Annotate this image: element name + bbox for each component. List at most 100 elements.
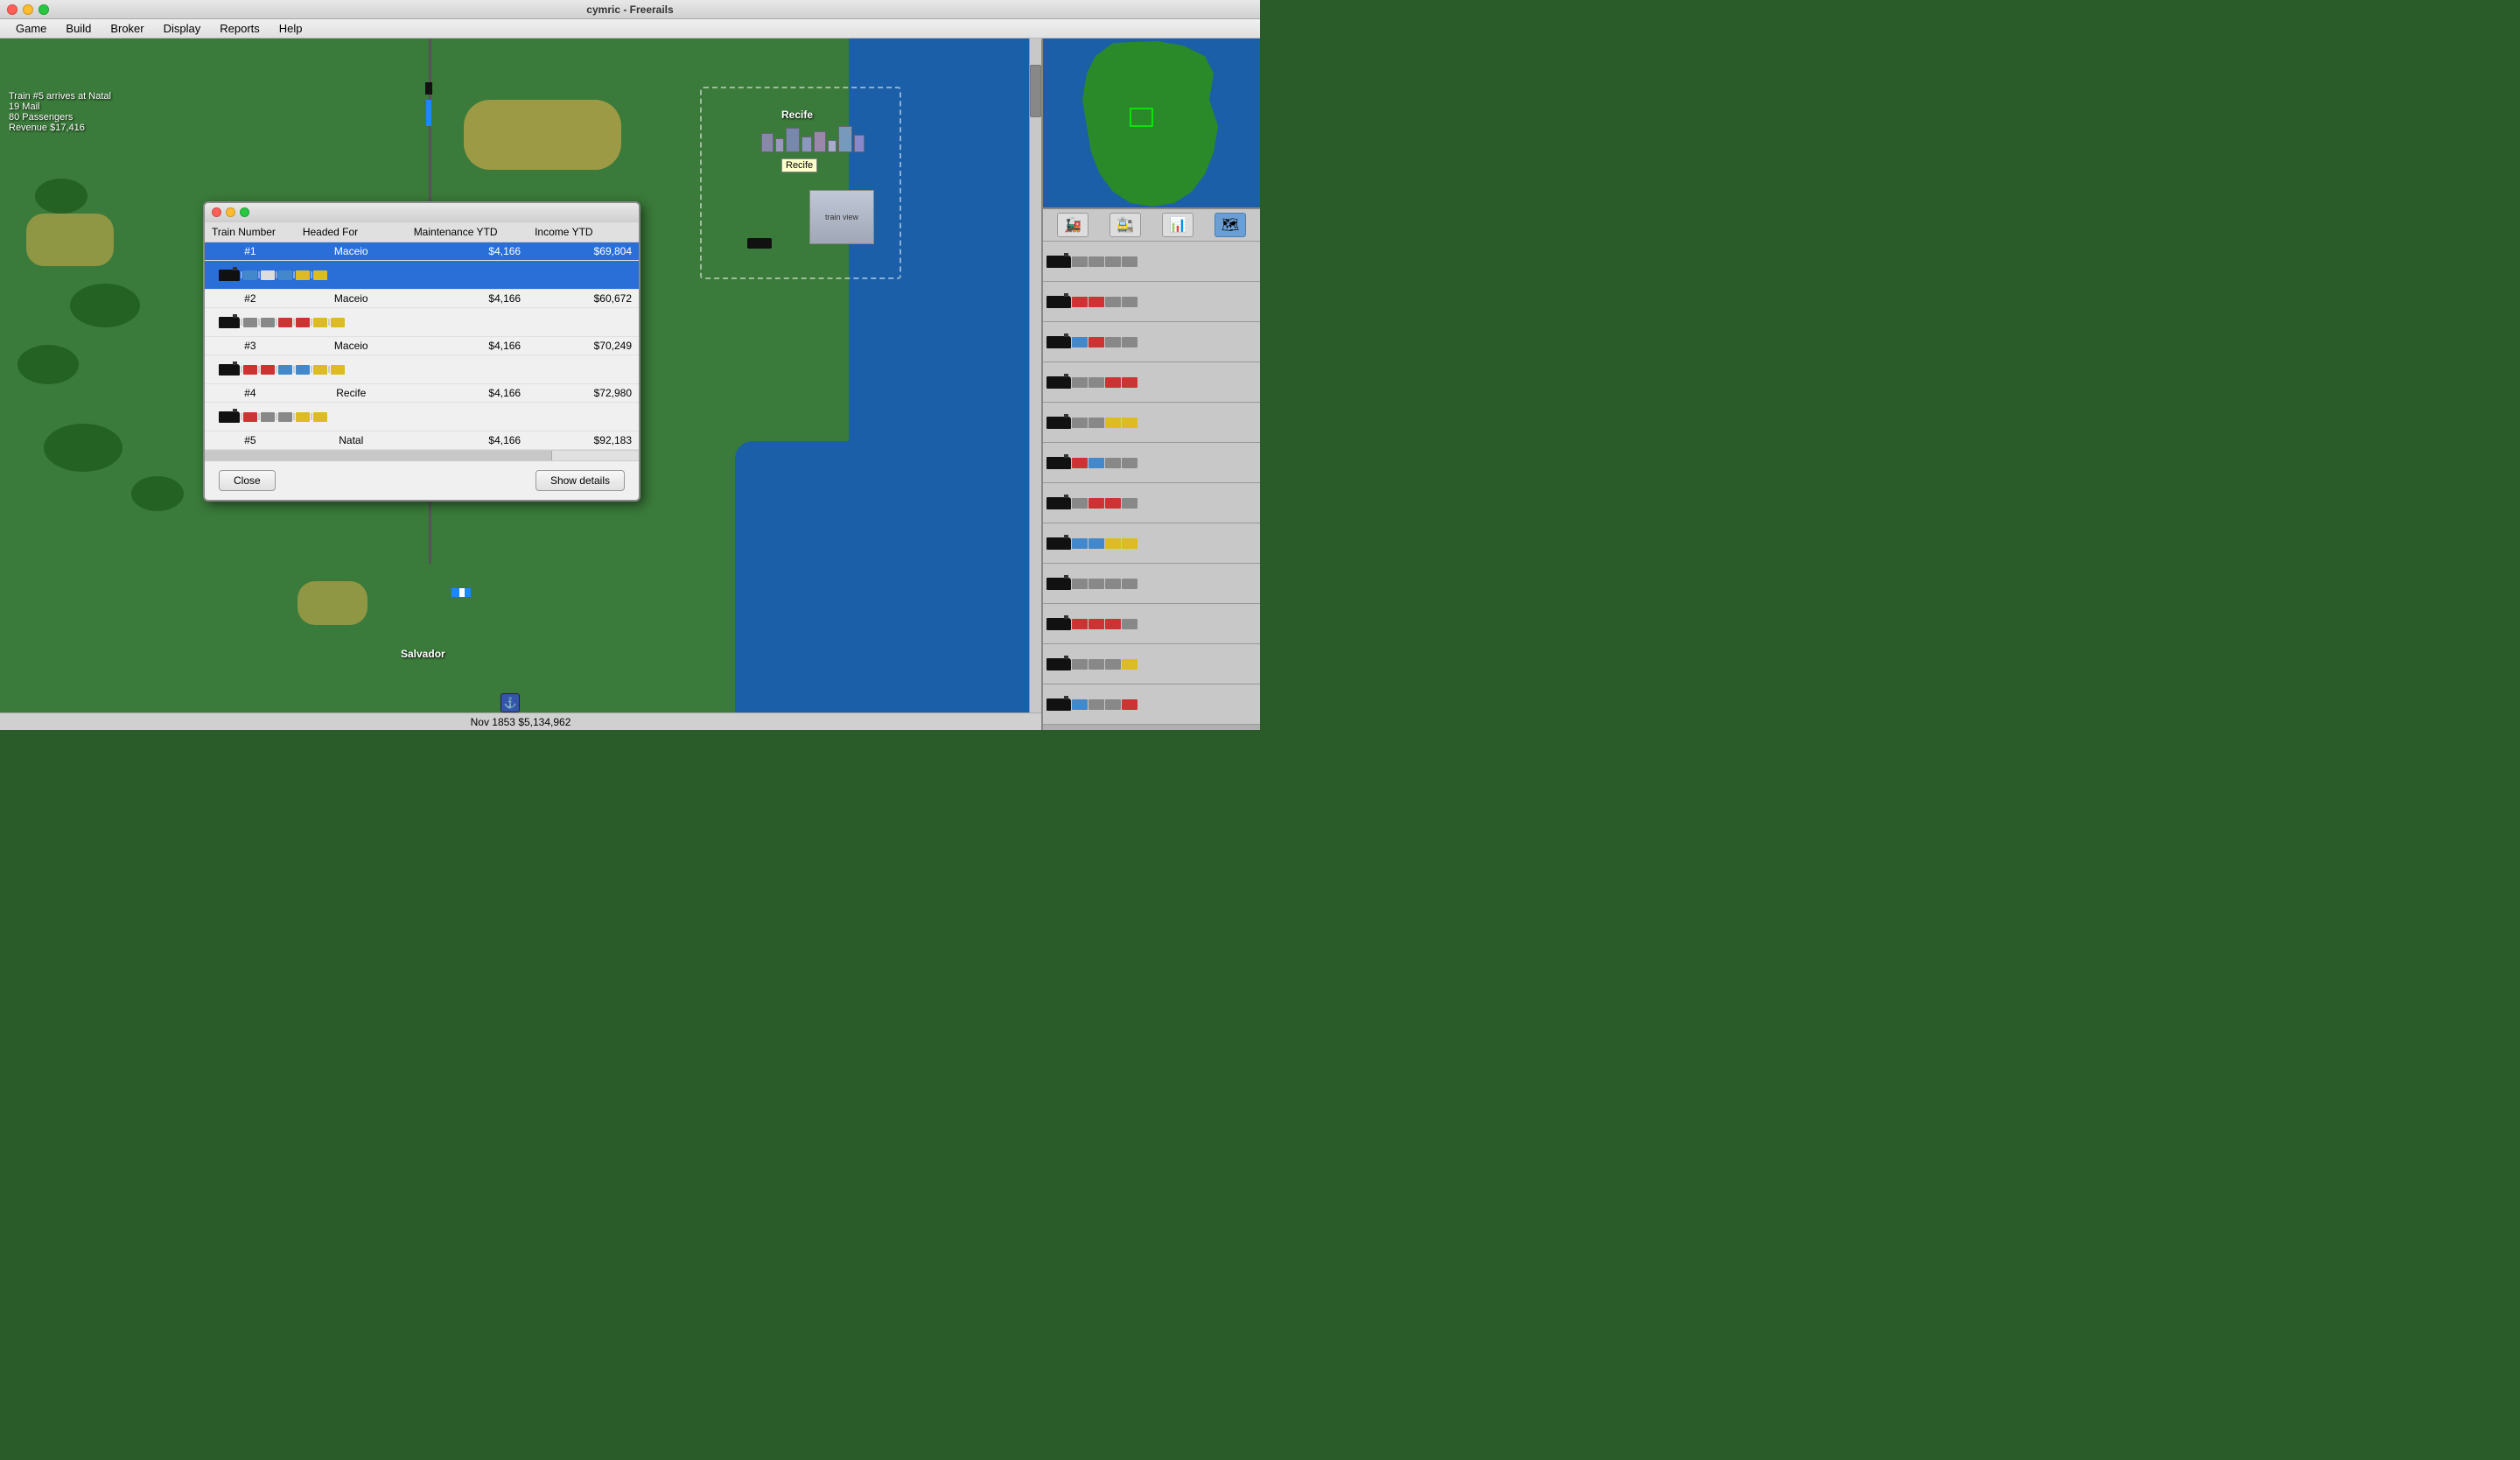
dialog-scrollbar-thumb[interactable]: [205, 451, 552, 460]
table-row[interactable]: #4 Recife $4,166 $72,980: [205, 384, 639, 403]
train-dest-2: Maceio: [296, 290, 407, 308]
city-label-salvador: Salvador: [401, 648, 445, 660]
notification-line-2: 19 Mail: [9, 102, 111, 112]
dialog-titlebar: [205, 203, 639, 222]
train-maintenance-1: $4,166: [407, 242, 528, 261]
sidebar-train-row: [1043, 604, 1260, 644]
train-income-4: $72,980: [528, 384, 639, 403]
notification-line-4: Revenue $17,416: [9, 123, 111, 133]
train-visual-7: [1046, 497, 1138, 509]
table-row-visual-1[interactable]: [205, 261, 639, 290]
dialog-close-btn[interactable]: [212, 207, 221, 217]
minimize-button[interactable]: [23, 4, 33, 15]
train-visual-8: [1046, 537, 1138, 550]
mini-map-svg: [1043, 39, 1260, 209]
scrollbar-thumb[interactable]: [1030, 65, 1041, 117]
sidebar-train-row: [1043, 282, 1260, 322]
col-income: Income YTD: [528, 222, 639, 242]
show-details-button[interactable]: Show details: [536, 470, 625, 491]
train-maintenance-3: $4,166: [407, 337, 528, 355]
notification-line-1: Train #5 arrives at Natal: [9, 91, 111, 102]
train-dest-4: Recife: [296, 384, 407, 403]
trains-tbody[interactable]: #1 Maceio $4,166 $69,804: [205, 242, 639, 450]
window-title: cymric - Freerails: [586, 4, 673, 16]
status-bar: Nov 1853 $5,134,962: [0, 712, 1041, 730]
train-list-sidebar[interactable]: [1043, 242, 1260, 731]
train-number-5: #5: [205, 432, 296, 450]
map-tool-btn[interactable]: 🗺: [1214, 213, 1246, 237]
trains-table: Train Number Headed For Maintenance YTD …: [205, 222, 639, 450]
dialog-scrollbar[interactable]: [205, 450, 639, 460]
trains-tool-btn[interactable]: 🚂: [1057, 213, 1088, 237]
train-number-1: #1: [205, 242, 296, 261]
train-number-2: #2: [205, 290, 296, 308]
train-visual-11: [1046, 658, 1138, 670]
table-row[interactable]: #3 Maceio $4,166 $70,249: [205, 337, 639, 355]
menu-bar: Game Build Broker Display Reports Help: [0, 19, 1260, 39]
table-header-row: Train Number Headed For Maintenance YTD …: [205, 222, 639, 242]
trains-dialog: Train Number Headed For Maintenance YTD …: [203, 201, 640, 502]
train-dest-1: Maceio: [296, 242, 407, 261]
table-row[interactable]: #5 Natal $4,166 $92,183: [205, 432, 639, 450]
sidebar-train-row: [1043, 322, 1260, 362]
train-visual-row-2: [212, 311, 632, 333]
menu-reports[interactable]: Reports: [211, 20, 269, 37]
train-visual-6: [1046, 457, 1138, 469]
train-visual-3: [1046, 336, 1138, 348]
col-headed-for: Headed For: [296, 222, 407, 242]
table-row-visual-3[interactable]: [205, 355, 639, 384]
notifications: Train #5 arrives at Natal 19 Mail 80 Pas…: [9, 91, 111, 133]
sidebar-train-row: [1043, 362, 1260, 403]
dialog-controls[interactable]: [212, 207, 249, 217]
train-visual-row-4: [212, 405, 632, 428]
menu-help[interactable]: Help: [270, 20, 312, 37]
reports-tool-btn[interactable]: 📊: [1162, 213, 1194, 237]
menu-build[interactable]: Build: [57, 20, 100, 37]
train-visual-4: [1046, 376, 1138, 389]
train-income-2: $60,672: [528, 290, 639, 308]
status-text: Nov 1853 $5,134,962: [471, 716, 571, 728]
menu-display[interactable]: Display: [155, 20, 210, 37]
table-row[interactable]: #2 Maceio $4,166 $60,672: [205, 290, 639, 308]
title-bar: cymric - Freerails: [0, 0, 1260, 19]
train-number-4: #4: [205, 384, 296, 403]
train-visual-row-1: [212, 263, 632, 286]
col-train-number: Train Number: [205, 222, 296, 242]
train-visual-1: [1046, 256, 1138, 268]
close-button[interactable]: [7, 4, 18, 15]
train-income-1: $69,804: [528, 242, 639, 261]
sidebar-toolbar: 🚂 🚉 📊 🗺: [1043, 209, 1260, 242]
train-visual-9: [1046, 578, 1138, 590]
vertical-scrollbar[interactable]: [1029, 39, 1041, 730]
train-income-5: $92,183: [528, 432, 639, 450]
sidebar-train-row: [1043, 644, 1260, 684]
train-dest-5: Natal: [296, 432, 407, 450]
col-maintenance: Maintenance YTD: [407, 222, 528, 242]
train-maintenance-5: $4,166: [407, 432, 528, 450]
train-visual-12: [1046, 698, 1138, 711]
table-row-visual-4[interactable]: [205, 403, 639, 432]
sidebar-train-row: [1043, 443, 1260, 483]
sidebar-train-row: [1043, 403, 1260, 443]
sidebar-train-row: [1043, 684, 1260, 725]
dialog-min-btn[interactable]: [226, 207, 235, 217]
menu-broker[interactable]: Broker: [102, 20, 152, 37]
mini-map[interactable]: [1043, 39, 1260, 209]
trains-table-container[interactable]: Train Number Headed For Maintenance YTD …: [205, 222, 639, 450]
window-controls[interactable]: [7, 4, 49, 15]
maximize-button[interactable]: [38, 4, 49, 15]
train-number-3: #3: [205, 337, 296, 355]
table-row[interactable]: #1 Maceio $4,166 $69,804: [205, 242, 639, 261]
table-row-visual-2[interactable]: [205, 308, 639, 337]
train-visual-2: [1046, 296, 1138, 308]
sidebar-train-row: [1043, 242, 1260, 282]
sidebar-train-row: [1043, 564, 1260, 604]
train-income-3: $70,249: [528, 337, 639, 355]
dialog-max-btn[interactable]: [240, 207, 249, 217]
train-visual-5: [1046, 417, 1138, 429]
city-label-recife: Recife: [781, 109, 813, 121]
train-visual-row-3: [212, 358, 632, 381]
stations-tool-btn[interactable]: 🚉: [1110, 213, 1141, 237]
menu-game[interactable]: Game: [7, 20, 55, 37]
close-button[interactable]: Close: [219, 470, 276, 491]
